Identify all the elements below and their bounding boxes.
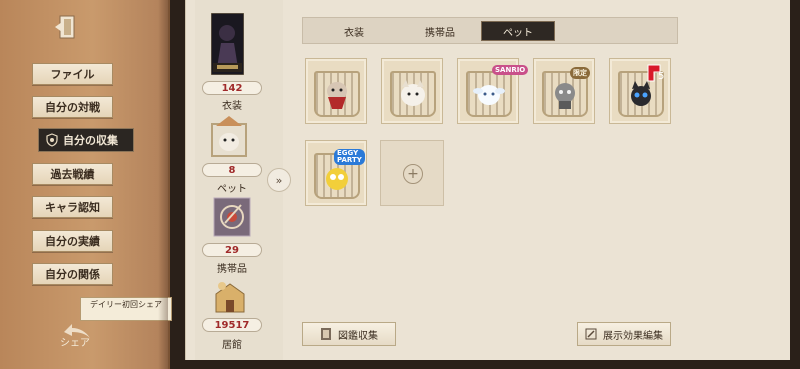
pet-slot-5[interactable]: 5 <box>609 58 671 124</box>
nav-my-achievements-label: 自分の実績 <box>45 235 100 248</box>
nav-my-matches-label: 自分の対戦 <box>45 101 100 114</box>
nav-file[interactable]: ファイル <box>32 63 113 85</box>
nav-character-recognition-label: キャラ認知 <box>45 201 100 214</box>
double-chevron-right-icon: » <box>275 173 283 187</box>
nav-my-relations[interactable]: 自分の関係 <box>32 263 113 285</box>
display-effect-edit-label: 展示効果編集 <box>603 330 663 342</box>
daily-share-tip: デイリー初回シェア <box>80 297 172 321</box>
svg-text:5: 5 <box>658 71 664 82</box>
sanrio-badge: SANRIO <box>492 65 529 75</box>
home-category-image[interactable] <box>210 278 250 314</box>
eggy-party-badge: EGGY PARTY <box>334 149 365 165</box>
pet-white-fox-icon <box>401 80 425 106</box>
book-icon <box>321 328 331 340</box>
pet-count: 8 <box>202 163 262 177</box>
nav-character-recognition[interactable]: キャラ認知 <box>32 196 113 218</box>
nav-my-relations-label: 自分の関係 <box>45 268 100 281</box>
pet-slot-2[interactable] <box>381 58 443 124</box>
nav-my-collection-label: 自分の収集 <box>63 134 118 147</box>
nav-my-matches[interactable]: 自分の対戦 <box>32 96 113 118</box>
nav-file-label: ファイル <box>50 68 95 81</box>
pet-slot-3[interactable]: SANRIO <box>457 58 529 124</box>
pet-red-dress-icon <box>327 82 347 109</box>
home-label: 居館 <box>222 340 242 351</box>
edit-icon <box>585 328 597 340</box>
persona5-logo-icon: 5 <box>647 64 664 82</box>
accessory-category-image[interactable] <box>213 197 251 237</box>
pet-slot-1[interactable] <box>305 58 367 124</box>
pet-category-image[interactable] <box>208 114 250 158</box>
tab-accessory-label: 携帯品 <box>425 27 455 39</box>
expand-button[interactable]: » <box>267 168 291 192</box>
accessory-label: 携帯品 <box>217 264 247 275</box>
nav-my-collection[interactable]: 自分の収集 <box>38 128 134 152</box>
pet-slot-6[interactable]: EGGY PARTY <box>305 140 367 206</box>
tab-costume-label: 衣装 <box>344 27 364 39</box>
pet-gray-robot-icon <box>555 83 575 109</box>
home-count: 19517 <box>202 318 262 332</box>
nav-my-achievements[interactable]: 自分の実績 <box>32 230 113 252</box>
tab-costume[interactable]: 衣装 <box>311 21 397 41</box>
collection-button[interactable]: 図鑑収集 <box>302 322 396 346</box>
sidebar: ファイル 自分の対戦 自分の収集 過去戦績 キャラ認知 自分の実績 自分の関係 … <box>0 0 172 369</box>
plus-icon: + <box>403 164 423 184</box>
tab-pet[interactable]: ペット <box>481 21 555 41</box>
costume-card-image[interactable] <box>211 13 244 75</box>
eggy-line2: PARTY <box>337 156 362 164</box>
limited-badge: 限定 <box>570 67 590 79</box>
pet-cinnamoroll-icon <box>473 85 505 105</box>
collection-button-label: 図鑑収集 <box>338 330 378 342</box>
share-label: シェア <box>60 338 90 349</box>
costume-count: 142 <box>202 81 262 95</box>
nav-past-records-label: 過去戦績 <box>50 168 95 181</box>
pet-slot-4[interactable]: 限定 <box>533 58 595 124</box>
add-pet-slot[interactable]: + <box>380 140 444 206</box>
nav-past-records[interactable]: 過去戦績 <box>32 163 113 185</box>
tab-pet-label: ペット <box>503 27 533 39</box>
exit-icon[interactable] <box>52 12 82 42</box>
costume-label: 衣装 <box>222 101 242 112</box>
tab-accessory[interactable]: 携帯品 <box>397 21 483 41</box>
accessory-count: 29 <box>202 243 262 257</box>
shield-icon <box>46 133 58 147</box>
collection-screen: ファイル 自分の対戦 自分の収集 過去戦績 キャラ認知 自分の実績 自分の関係 … <box>0 0 800 369</box>
display-effect-edit-button[interactable]: 展示効果編集 <box>577 322 671 346</box>
pet-label: ペット <box>217 184 247 195</box>
category-tabs: 衣装 携帯品 ペット <box>302 17 678 44</box>
